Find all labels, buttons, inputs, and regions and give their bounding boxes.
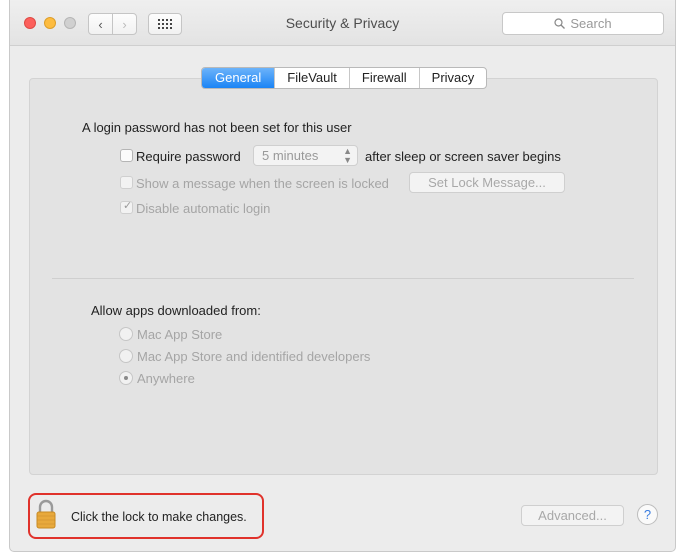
title-bar: ‹ › Security & Privacy Search	[10, 0, 675, 46]
lock-instruction-text[interactable]: Click the lock to make changes.	[71, 510, 247, 524]
radio-identified-developers-label: Mac App Store and identified developers	[137, 349, 371, 364]
tab-filevault[interactable]: FileVault	[274, 68, 349, 88]
search-icon	[554, 18, 566, 29]
radio-anywhere[interactable]	[119, 371, 133, 385]
radio-mac-app-store-label: Mac App Store	[137, 327, 223, 342]
require-password-checkbox[interactable]	[120, 149, 133, 162]
login-password-heading: A login password has not been set for th…	[82, 120, 352, 135]
tab-firewall[interactable]: Firewall	[348, 68, 419, 88]
password-delay-popup[interactable]: 5 minutes ▲ ▼	[253, 145, 358, 166]
allow-apps-heading: Allow apps downloaded from:	[91, 303, 261, 318]
search-placeholder: Search	[570, 16, 612, 31]
popup-arrows-icon: ▲ ▼	[343, 146, 352, 165]
lock-icon[interactable]	[36, 499, 56, 529]
help-button[interactable]: ?	[637, 504, 658, 525]
set-lock-message-button[interactable]: Set Lock Message...	[409, 172, 565, 193]
radio-identified-developers[interactable]	[119, 349, 133, 363]
tab-bar: General FileVault Firewall Privacy	[201, 67, 488, 89]
advanced-button[interactable]: Advanced...	[521, 505, 624, 526]
search-field[interactable]: Search	[502, 12, 664, 35]
tab-privacy[interactable]: Privacy	[418, 68, 487, 88]
checkmark-icon: ✓	[123, 200, 133, 212]
radio-mac-app-store[interactable]	[119, 327, 133, 341]
after-sleep-label: after sleep or screen saver begins	[365, 149, 561, 164]
radio-selected-dot	[124, 376, 128, 380]
general-panel	[29, 78, 658, 475]
password-delay-value: 5 minutes	[262, 148, 319, 163]
disable-auto-login-checkbox[interactable]: ✓	[120, 200, 133, 214]
radio-anywhere-label: Anywhere	[137, 371, 195, 386]
show-message-checkbox[interactable]	[120, 176, 133, 189]
preferences-window: ‹ › Security & Privacy Search General Fi…	[9, 0, 676, 552]
require-password-label: Require password	[136, 149, 241, 164]
show-message-label: Show a message when the screen is locked	[136, 176, 389, 191]
tab-general[interactable]: General	[202, 68, 275, 88]
disable-auto-login-label: Disable automatic login	[136, 201, 271, 216]
section-divider	[52, 278, 634, 279]
